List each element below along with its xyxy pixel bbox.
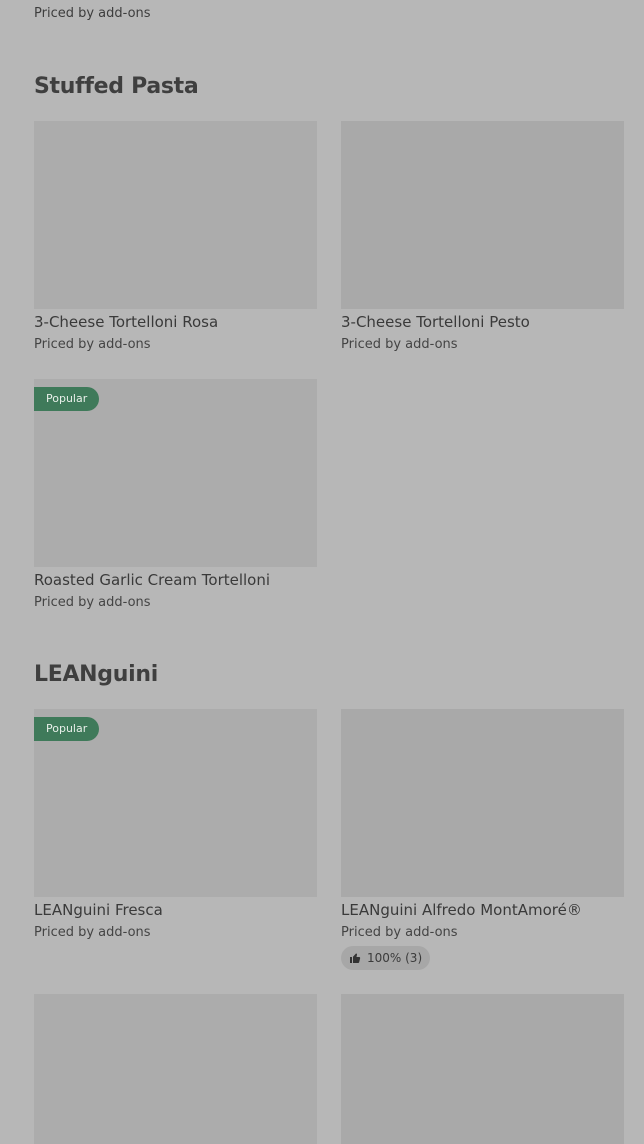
item-image — [34, 121, 317, 309]
menu-item-card[interactable]: Popular LEANguini Fresca Priced by add-o… — [34, 709, 317, 954]
previous-item-name-cut — [34, 0, 214, 2]
previous-item-price: Priced by add-ons — [34, 6, 151, 21]
item-price: Priced by add-ons — [341, 337, 458, 352]
popular-badge: Popular — [34, 387, 100, 411]
thumbs-up-icon — [350, 953, 361, 963]
item-name: LEANguini Alfredo MontAmoré® — [341, 901, 582, 919]
item-price: Priced by add-ons — [34, 925, 151, 940]
item-image[interactable] — [34, 994, 317, 1144]
item-price: Priced by add-ons — [34, 337, 151, 352]
item-price: Priced by add-ons — [34, 595, 151, 610]
menu-item-card[interactable]: LEANguini Alfredo MontAmoré® Priced by a… — [341, 709, 624, 974]
item-image[interactable] — [341, 994, 624, 1144]
menu-item-card[interactable]: 3-Cheese Tortelloni Pesto Priced by add-… — [341, 121, 624, 366]
item-name: 3-Cheese Tortelloni Pesto — [341, 313, 530, 331]
item-price: Priced by add-ons — [341, 925, 458, 940]
menu-item-card[interactable]: Popular Roasted Garlic Cream Tortelloni … — [34, 379, 317, 624]
popular-badge: Popular — [34, 717, 100, 741]
menu-item-card[interactable]: 3-Cheese Tortelloni Rosa Priced by add-o… — [34, 121, 317, 366]
item-name: Roasted Garlic Cream Tortelloni — [34, 571, 271, 589]
item-name: 3-Cheese Tortelloni Rosa — [34, 313, 219, 331]
item-image — [341, 121, 624, 309]
item-name: LEANguini Fresca — [34, 901, 163, 919]
item-image — [341, 709, 624, 897]
rating-pill: 100% (3) — [341, 946, 431, 970]
section-title-leanguini: LEANguini — [34, 662, 158, 687]
rating-text: 100% (3) — [367, 951, 423, 965]
section-title-stuffed-pasta: Stuffed Pasta — [34, 74, 199, 99]
